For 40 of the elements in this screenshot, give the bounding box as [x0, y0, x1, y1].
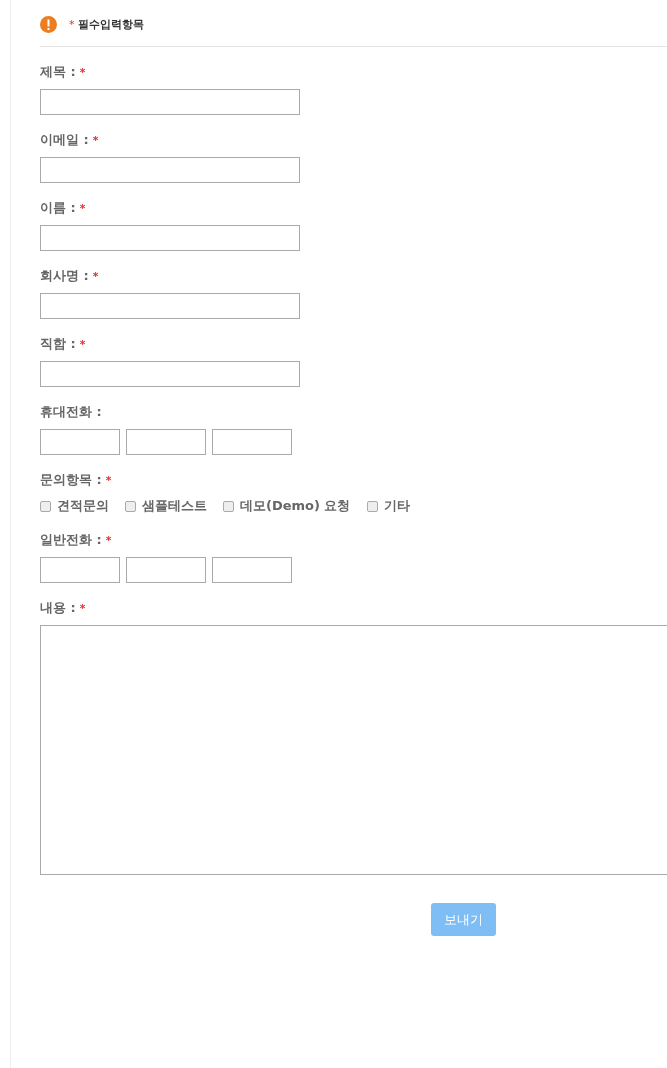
checkbox[interactable] — [40, 500, 51, 512]
required-mark: * — [92, 270, 99, 283]
required-mark: * — [69, 17, 75, 31]
required-mark: * — [79, 202, 86, 215]
message-field[interactable] — [40, 625, 667, 875]
field-label: 일반전화 : — [40, 531, 102, 549]
checkbox[interactable] — [125, 500, 136, 512]
field-label: 이름 : — [40, 199, 76, 217]
field-label: 휴대전화 : — [40, 403, 102, 421]
text-field[interactable] — [40, 361, 300, 387]
required-mark: * — [105, 474, 112, 487]
required-mark: * — [79, 66, 86, 79]
required-mark: * — [79, 602, 86, 615]
phone-field[interactable] — [212, 429, 292, 455]
option-label[interactable]: 데모(Demo) 요청 — [240, 497, 351, 515]
option-label[interactable]: 기타 — [383, 497, 410, 515]
field-label: 이메일 : — [40, 131, 89, 149]
required-notice: 필수입력항목 — [77, 16, 144, 32]
phone-field[interactable] — [126, 557, 206, 583]
option-label[interactable]: 견적문의 — [57, 497, 109, 515]
checkbox[interactable] — [366, 500, 378, 512]
text-field[interactable] — [40, 157, 300, 183]
field-label: 제목 : — [40, 63, 76, 81]
checkbox[interactable] — [223, 500, 234, 512]
warning-icon — [40, 15, 57, 33]
phone-field[interactable] — [40, 429, 120, 455]
required-mark: * — [79, 338, 86, 351]
phone-field[interactable] — [212, 557, 292, 583]
text-field[interactable] — [40, 293, 300, 319]
field-label: 회사명 : — [40, 267, 89, 285]
phone-field[interactable] — [40, 557, 120, 583]
field-label: 문의항목 : — [40, 471, 102, 489]
required-mark: * — [92, 134, 99, 147]
text-field[interactable] — [40, 89, 300, 115]
phone-field[interactable] — [126, 429, 206, 455]
field-label: 내용 : — [40, 599, 76, 617]
field-label: 직함 : — [40, 335, 76, 353]
required-mark: * — [105, 534, 112, 547]
option-label[interactable]: 샘플테스트 — [142, 497, 207, 515]
text-field[interactable] — [40, 225, 300, 251]
